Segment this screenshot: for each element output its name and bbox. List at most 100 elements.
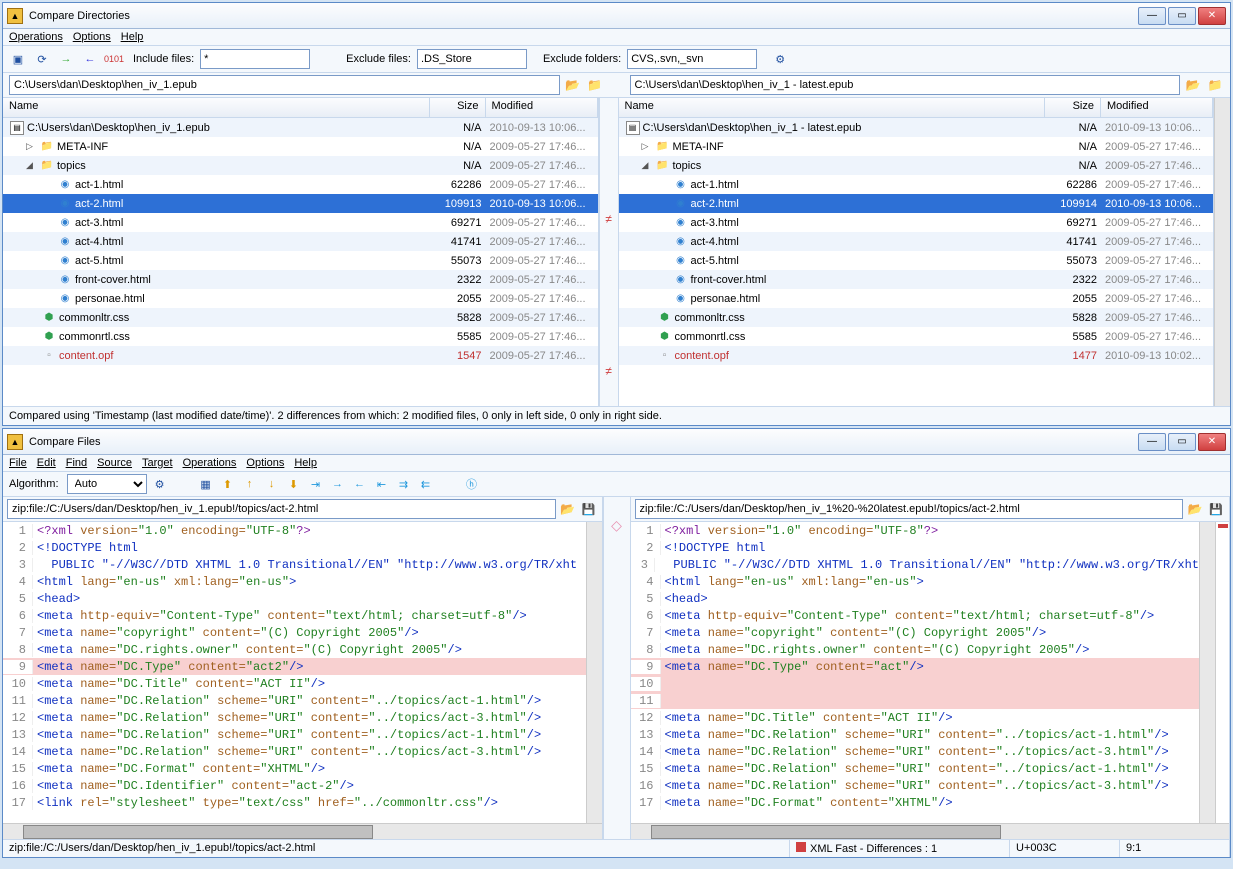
expander-icon[interactable]: ◢	[642, 160, 653, 171]
minimize-button[interactable]: —	[1138, 7, 1166, 25]
code-line[interactable]: 3 PUBLIC "-//W3C//DTD XHTML 1.0 Transiti…	[631, 556, 1200, 573]
browse-right-icon[interactable]: 📂	[1184, 76, 1202, 94]
tree-row[interactable]: ▤C:\Users\dan\Desktop\hen_iv_1 - latest.…	[619, 118, 1214, 137]
save-icon[interactable]: 💾	[1207, 500, 1225, 518]
merge-right-icon[interactable]: →	[329, 475, 347, 493]
tree-row[interactable]: ⬢commonltr.css58282009-05-27 17:46...	[619, 308, 1214, 327]
code-line[interactable]: 9<meta name="DC.Type" content="act"/>	[631, 658, 1200, 675]
expander-icon[interactable]: ▷	[26, 141, 37, 152]
include-input[interactable]	[200, 49, 310, 69]
browse-left-icon[interactable]: 📂	[564, 76, 582, 94]
minimize-button[interactable]: —	[1138, 433, 1166, 451]
tree-row[interactable]: ◉act-3.html692712009-05-27 17:46...	[3, 213, 598, 232]
code-line[interactable]: 17<meta name="DC.Format" content="XHTML"…	[631, 794, 1200, 811]
code-line[interactable]: 15<meta name="DC.Format" content="XHTML"…	[3, 760, 586, 777]
overview-strip[interactable]	[1215, 522, 1229, 823]
tree-row[interactable]: ◉front-cover.html23222009-05-27 17:46...	[3, 270, 598, 289]
arrow-left-icon[interactable]: ←	[81, 50, 99, 68]
up-arrow-icon[interactable]: ↑	[241, 475, 259, 493]
maximize-button[interactable]: ▭	[1168, 7, 1196, 25]
left-path-input[interactable]	[9, 75, 560, 95]
menu-edit[interactable]: Edit	[37, 457, 56, 469]
col-size[interactable]: Size	[1045, 98, 1101, 117]
diff-mark-icon[interactable]: ≠	[605, 364, 612, 383]
code-line[interactable]: 10	[631, 675, 1200, 692]
code-line[interactable]: 3 PUBLIC "-//W3C//DTD XHTML 1.0 Transiti…	[3, 556, 586, 573]
col-name[interactable]: Name	[3, 98, 430, 117]
close-button[interactable]: ✕	[1198, 7, 1226, 25]
tree-row[interactable]: ◉act-4.html417412009-05-27 17:46...	[619, 232, 1214, 251]
code-line[interactable]: 5<head>	[3, 590, 586, 607]
menu-operations[interactable]: Operations	[9, 31, 63, 43]
code-line[interactable]: 8<meta name="DC.rights.owner" content="(…	[631, 641, 1200, 658]
save-icon[interactable]: 💾	[580, 500, 598, 518]
code-line[interactable]: 4<html lang="en-us" xml:lang="en-us">	[3, 573, 586, 590]
right-code-body[interactable]: 1<?xml version="1.0" encoding="UTF-8"?>2…	[631, 522, 1200, 823]
menu-options[interactable]: Options	[73, 31, 111, 43]
tree-row[interactable]: ⬢commonltr.css58282009-05-27 17:46...	[3, 308, 598, 327]
tree-row[interactable]: ◉act-1.html622862009-05-27 17:46...	[619, 175, 1214, 194]
binary-icon[interactable]: 0101	[105, 50, 123, 68]
close-button[interactable]: ✕	[1198, 433, 1226, 451]
scrollbar-vertical[interactable]	[586, 522, 602, 823]
scrollbar-vertical[interactable]	[1214, 98, 1230, 406]
merge-left-icon[interactable]: ←	[351, 475, 369, 493]
code-line[interactable]: 13<meta name="DC.Relation" scheme="URI" …	[631, 726, 1200, 743]
tree-row[interactable]: ◢📁topicsN/A2009-05-27 17:46...	[619, 156, 1214, 175]
left-file-path[interactable]	[7, 499, 556, 519]
scrollbar-vertical[interactable]	[1199, 522, 1215, 823]
history-left-icon[interactable]: 📁	[586, 76, 604, 94]
scrollbar-horizontal[interactable]	[3, 823, 602, 839]
tree-row[interactable]: ◉act-4.html417412009-05-27 17:46...	[3, 232, 598, 251]
col-name[interactable]: Name	[619, 98, 1046, 117]
menu-help[interactable]: Help	[294, 457, 317, 469]
expander-icon[interactable]: ▷	[642, 141, 653, 152]
tree-row[interactable]: ◉act-1.html622862009-05-27 17:46...	[3, 175, 598, 194]
tree-row[interactable]: ◉personae.html20552009-05-27 17:46...	[3, 289, 598, 308]
code-line[interactable]: 14<meta name="DC.Relation" scheme="URI" …	[3, 743, 586, 760]
code-line[interactable]: 8<meta name="DC.rights.owner" content="(…	[3, 641, 586, 658]
exclude-files-input[interactable]	[417, 49, 527, 69]
code-line[interactable]: 11	[631, 692, 1200, 709]
tree-row[interactable]: ▷📁META-INFN/A2009-05-27 17:46...	[619, 137, 1214, 156]
copy-all-left-icon[interactable]: ⇇	[417, 475, 435, 493]
tree-row[interactable]: ◉personae.html20552009-05-27 17:46...	[619, 289, 1214, 308]
code-line[interactable]: 1<?xml version="1.0" encoding="UTF-8"?>	[3, 522, 586, 539]
tree-row[interactable]: ◉act-5.html550732009-05-27 17:46...	[3, 251, 598, 270]
titlebar[interactable]: ▲ Compare Directories — ▭ ✕	[3, 3, 1230, 29]
compare-icon[interactable]: ▣	[9, 50, 27, 68]
code-line[interactable]: 14<meta name="DC.Relation" scheme="URI" …	[631, 743, 1200, 760]
browse-icon[interactable]: 📂	[559, 500, 577, 518]
code-line[interactable]: 17<link rel="stylesheet" type="text/css"…	[3, 794, 586, 811]
tree-row[interactable]: ◉act-2.html1099142010-09-13 10:06...	[619, 194, 1214, 213]
menu-operations[interactable]: Operations	[183, 457, 237, 469]
menu-target[interactable]: Target	[142, 457, 173, 469]
code-line[interactable]: 12<meta name="DC.Title" content="ACT II"…	[631, 709, 1200, 726]
gear-icon[interactable]: ⚙	[771, 50, 789, 68]
menu-help[interactable]: Help	[121, 31, 144, 43]
help-icon[interactable]: ⓗ	[463, 475, 481, 493]
tree-row[interactable]: ▤C:\Users\dan\Desktop\hen_iv_1.epubN/A20…	[3, 118, 598, 137]
menu-file[interactable]: File	[9, 457, 27, 469]
up-arrow-icon[interactable]: ⬆	[219, 475, 237, 493]
tree-row[interactable]: ⬢commonrtl.css55852009-05-27 17:46...	[619, 327, 1214, 346]
code-line[interactable]: 10<meta name="DC.Title" content="ACT II"…	[3, 675, 586, 692]
expander-icon[interactable]: ◢	[26, 160, 37, 171]
tree-row[interactable]: ◉act-2.html1099132010-09-13 10:06...	[3, 194, 598, 213]
col-modified[interactable]: Modified	[1101, 98, 1213, 117]
left-code-body[interactable]: 1<?xml version="1.0" encoding="UTF-8"?>2…	[3, 522, 586, 823]
code-line[interactable]: 9<meta name="DC.Type" content="act2"/>	[3, 658, 586, 675]
right-file-path[interactable]	[635, 499, 1184, 519]
diff-mark-icon[interactable]: ≠	[605, 212, 612, 231]
code-line[interactable]: 12<meta name="DC.Relation" scheme="URI" …	[3, 709, 586, 726]
tree-row[interactable]: ◉act-5.html550732009-05-27 17:46...	[619, 251, 1214, 270]
down-arrow-icon[interactable]: ↓	[263, 475, 281, 493]
gear-icon[interactable]: ⚙	[151, 475, 169, 493]
arrow-right-icon[interactable]: →	[57, 50, 75, 68]
code-line[interactable]: 7<meta name="copyright" content="(C) Cop…	[631, 624, 1200, 641]
code-line[interactable]: 16<meta name="DC.Identifier" content="ac…	[3, 777, 586, 794]
code-line[interactable]: 6<meta http-equiv="Content-Type" content…	[631, 607, 1200, 624]
code-line[interactable]: 2<!DOCTYPE html	[3, 539, 586, 556]
code-line[interactable]: 16<meta name="DC.Relation" scheme="URI" …	[631, 777, 1200, 794]
tree-row[interactable]: ▫content.opf15472009-05-27 17:46...	[3, 346, 598, 365]
